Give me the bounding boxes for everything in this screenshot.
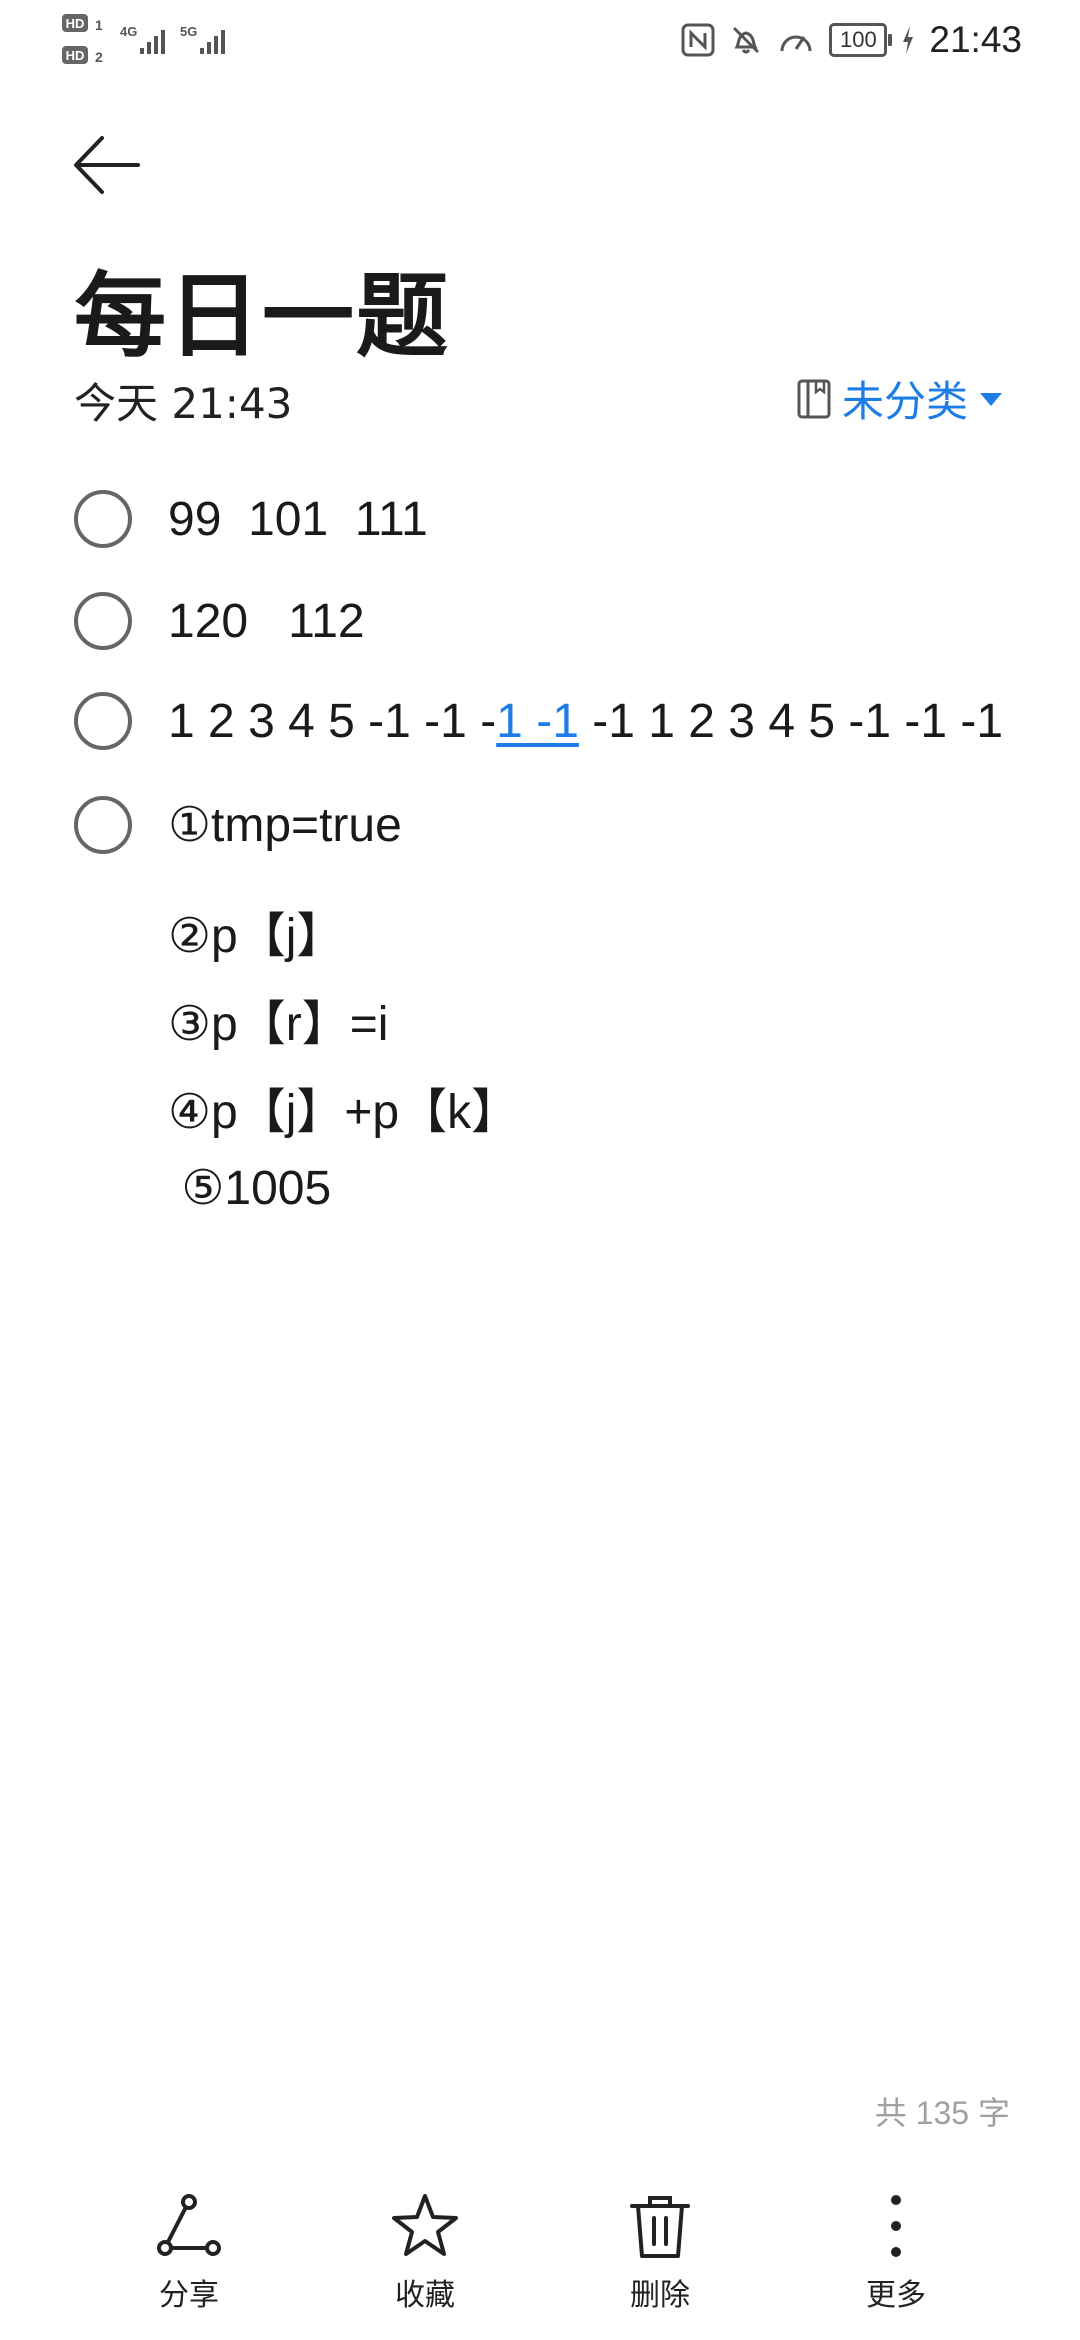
delete-label: 删除: [630, 2278, 690, 2313]
checkbox[interactable]: [74, 796, 132, 854]
battery-icon: 100: [829, 23, 893, 57]
more-vertical-icon: [891, 2195, 901, 2257]
text-line[interactable]: ④p【j】+p【k】: [168, 1072, 519, 1142]
text-line[interactable]: ③p【r】=i: [168, 984, 388, 1054]
checklist-item[interactable]: 120 112: [74, 592, 365, 650]
category-label: 未分类: [841, 377, 968, 426]
checkbox[interactable]: [74, 490, 132, 548]
text-line[interactable]: ⑤1005: [168, 1160, 331, 1216]
checkbox[interactable]: [74, 692, 132, 750]
phone-link[interactable]: 1 -1: [496, 695, 579, 748]
battery-level: 100: [840, 27, 877, 52]
svg-text:2: 2: [95, 49, 103, 65]
more-button[interactable]: 更多: [816, 2190, 976, 2314]
signal-icon: HD 1 HD 2 4G 5G: [62, 14, 225, 65]
charging-icon: [903, 26, 914, 54]
mute-icon: [733, 26, 760, 54]
caret-down-icon: [980, 392, 1002, 406]
checklist-text[interactable]: 1 2 3 4 5 -1 -1 -1 -1 -1 1 2 3 4 5 -1 -1…: [168, 694, 1003, 749]
trash-icon: [630, 2196, 690, 2258]
delete-button[interactable]: 删除: [580, 2190, 740, 2314]
checkbox[interactable]: [74, 592, 132, 650]
share-icon: [157, 2194, 221, 2256]
favorite-button[interactable]: 收藏: [345, 2190, 505, 2314]
back-arrow-icon[interactable]: [72, 130, 142, 200]
checklist-item[interactable]: ①tmp=true: [74, 796, 402, 854]
svg-text:1: 1: [95, 17, 103, 33]
category-selector[interactable]: 未分类: [796, 368, 1004, 429]
word-count: 共 135 字: [874, 2095, 1010, 2131]
star-icon: [392, 2194, 458, 2256]
status-right: 100 21:43: [681, 14, 1022, 66]
bottom-toolbar: 分享 收藏 删除 更多: [0, 2190, 1080, 2340]
text-segment: -1 1 2 3 4 5 -1 -1 -1: [578, 694, 1004, 748]
svg-text:5G: 5G: [180, 24, 197, 39]
favorite-label: 收藏: [395, 2278, 455, 2313]
status-time: 21:43: [929, 19, 1022, 60]
text-segment: 1 2 3 4 5 -1 -1 -: [168, 694, 497, 748]
checklist-text[interactable]: ①tmp=true: [168, 797, 402, 853]
notebook-icon: [797, 379, 831, 418]
svg-text:HD: HD: [66, 16, 85, 31]
checklist-text[interactable]: 120 112: [168, 594, 365, 649]
checklist-item[interactable]: 99 101 111: [74, 490, 428, 548]
share-button[interactable]: 分享: [109, 2190, 269, 2314]
nfc-icon: [681, 23, 715, 57]
more-label: 更多: [866, 2278, 926, 2313]
checklist-item[interactable]: 1 2 3 4 5 -1 -1 -1 -1 -1 1 2 3 4 5 -1 -1…: [74, 692, 1003, 750]
text-line[interactable]: ②p【j】: [168, 896, 344, 966]
share-label: 分享: [159, 2278, 219, 2313]
svg-text:HD: HD: [66, 48, 85, 63]
svg-text:4G: 4G: [120, 24, 137, 39]
checklist-text[interactable]: 99 101 111: [168, 492, 428, 547]
note-timestamp: 今天 21:43: [74, 379, 293, 428]
speedometer-icon: [780, 35, 812, 52]
status-bar: HD 1 HD 2 4G 5G 100 21:43: [0, 0, 1080, 80]
note-title[interactable]: 每日一题: [74, 242, 450, 375]
